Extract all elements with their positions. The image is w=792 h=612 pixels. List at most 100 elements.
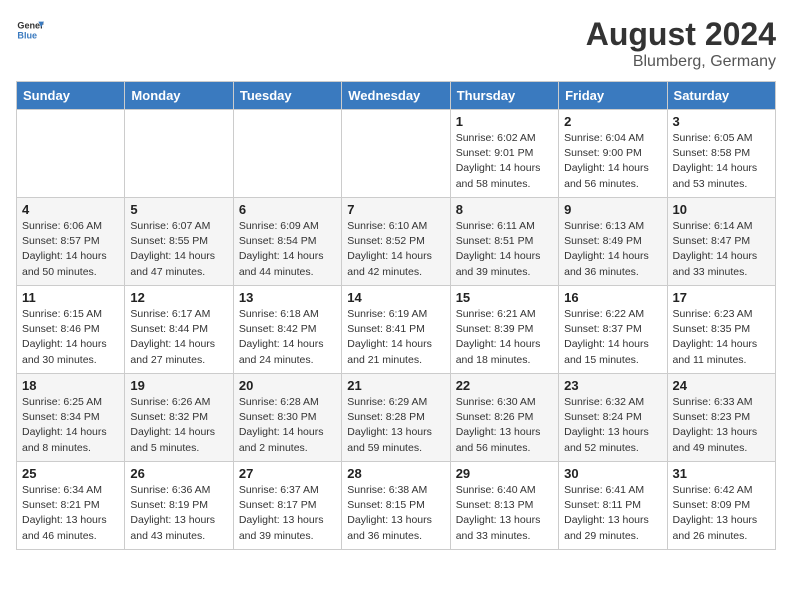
day-info: Sunrise: 6:25 AMSunset: 8:34 PMDaylight:…: [22, 395, 119, 456]
day-info: Sunrise: 6:21 AMSunset: 8:39 PMDaylight:…: [456, 307, 553, 368]
day-info: Sunrise: 6:18 AMSunset: 8:42 PMDaylight:…: [239, 307, 336, 368]
day-info: Sunrise: 6:38 AMSunset: 8:15 PMDaylight:…: [347, 483, 444, 544]
day-number: 31: [673, 466, 770, 481]
day-number: 21: [347, 378, 444, 393]
calendar-cell: 22 Sunrise: 6:30 AMSunset: 8:26 PMDayligh…: [450, 374, 558, 462]
day-info: Sunrise: 6:11 AMSunset: 8:51 PMDaylight:…: [456, 219, 553, 280]
day-number: 17: [673, 290, 770, 305]
day-number: 5: [130, 202, 227, 217]
day-number: 6: [239, 202, 336, 217]
day-info: Sunrise: 6:06 AMSunset: 8:57 PMDaylight:…: [22, 219, 119, 280]
calendar-day-header: Wednesday: [342, 82, 450, 110]
day-number: 25: [22, 466, 119, 481]
day-info: Sunrise: 6:10 AMSunset: 8:52 PMDaylight:…: [347, 219, 444, 280]
calendar-day-header: Monday: [125, 82, 233, 110]
calendar-cell: 13 Sunrise: 6:18 AMSunset: 8:42 PMDayligh…: [233, 286, 341, 374]
day-info: Sunrise: 6:14 AMSunset: 8:47 PMDaylight:…: [673, 219, 770, 280]
calendar-cell: 7 Sunrise: 6:10 AMSunset: 8:52 PMDaylight…: [342, 198, 450, 286]
day-info: Sunrise: 6:40 AMSunset: 8:13 PMDaylight:…: [456, 483, 553, 544]
day-info: Sunrise: 6:30 AMSunset: 8:26 PMDaylight:…: [456, 395, 553, 456]
day-info: Sunrise: 6:34 AMSunset: 8:21 PMDaylight:…: [22, 483, 119, 544]
day-number: 12: [130, 290, 227, 305]
day-number: 16: [564, 290, 661, 305]
calendar-cell: 26Sunrise: 6:36 AMSunset: 8:19 PMDayligh…: [125, 462, 233, 550]
day-number: 20: [239, 378, 336, 393]
calendar-day-header: Sunday: [17, 82, 125, 110]
calendar-cell: 20 Sunrise: 6:28 AMSunset: 8:30 PMDayligh…: [233, 374, 341, 462]
day-number: 8: [456, 202, 553, 217]
day-info: Sunrise: 6:29 AMSunset: 8:28 PMDaylight:…: [347, 395, 444, 456]
calendar-day-header: Tuesday: [233, 82, 341, 110]
day-number: 3: [673, 114, 770, 129]
day-number: 2: [564, 114, 661, 129]
page-header: General Blue August 2024 Blumberg, Germa…: [16, 16, 776, 71]
day-info: Sunrise: 6:26 AMSunset: 8:32 PMDaylight:…: [130, 395, 227, 456]
logo-icon: General Blue: [16, 16, 44, 44]
calendar-cell: 16 Sunrise: 6:22 AMSunset: 8:37 PMDayligh…: [559, 286, 667, 374]
day-info: Sunrise: 6:07 AMSunset: 8:55 PMDaylight:…: [130, 219, 227, 280]
calendar-cell: 23 Sunrise: 6:32 AMSunset: 8:24 PMDayligh…: [559, 374, 667, 462]
calendar-cell: 9Sunrise: 6:13 AMSunset: 8:49 PMDaylight…: [559, 198, 667, 286]
day-info: Sunrise: 6:23 AMSunset: 8:35 PMDaylight:…: [673, 307, 770, 368]
calendar-cell: 27 Sunrise: 6:37 AMSunset: 8:17 PMDayligh…: [233, 462, 341, 550]
logo: General Blue: [16, 16, 44, 44]
calendar-week-row: 18 Sunrise: 6:25 AMSunset: 8:34 PMDayligh…: [17, 374, 776, 462]
calendar-cell: 10 Sunrise: 6:14 AMSunset: 8:47 PMDayligh…: [667, 198, 775, 286]
day-number: 19: [130, 378, 227, 393]
calendar-cell: 1 Sunrise: 6:02 AMSunset: 9:01 PMDaylight…: [450, 110, 558, 198]
day-number: 10: [673, 202, 770, 217]
calendar-week-row: 25 Sunrise: 6:34 AMSunset: 8:21 PMDayligh…: [17, 462, 776, 550]
calendar-cell: 12Sunrise: 6:17 AMSunset: 8:44 PMDayligh…: [125, 286, 233, 374]
day-info: Sunrise: 6:02 AMSunset: 9:01 PMDaylight:…: [456, 131, 553, 192]
calendar-cell: [17, 110, 125, 198]
day-number: 27: [239, 466, 336, 481]
calendar-cell: 5 Sunrise: 6:07 AMSunset: 8:55 PMDaylight…: [125, 198, 233, 286]
day-info: Sunrise: 6:15 AMSunset: 8:46 PMDaylight:…: [22, 307, 119, 368]
day-info: Sunrise: 6:32 AMSunset: 8:24 PMDaylight:…: [564, 395, 661, 456]
calendar-cell: 3 Sunrise: 6:05 AMSunset: 8:58 PMDaylight…: [667, 110, 775, 198]
calendar-day-header: Thursday: [450, 82, 558, 110]
day-number: 11: [22, 290, 119, 305]
day-number: 18: [22, 378, 119, 393]
calendar-cell: [342, 110, 450, 198]
calendar-cell: 24Sunrise: 6:33 AMSunset: 8:23 PMDayligh…: [667, 374, 775, 462]
day-number: 4: [22, 202, 119, 217]
calendar-cell: 2 Sunrise: 6:04 AMSunset: 9:00 PMDaylight…: [559, 110, 667, 198]
calendar-cell: 8 Sunrise: 6:11 AMSunset: 8:51 PMDaylight…: [450, 198, 558, 286]
day-number: 22: [456, 378, 553, 393]
calendar-cell: 6 Sunrise: 6:09 AMSunset: 8:54 PMDaylight…: [233, 198, 341, 286]
day-info: Sunrise: 6:33 AMSunset: 8:23 PMDaylight:…: [673, 395, 770, 456]
subtitle: Blumberg, Germany: [586, 53, 776, 71]
calendar-cell: [233, 110, 341, 198]
calendar-cell: 21 Sunrise: 6:29 AMSunset: 8:28 PMDayligh…: [342, 374, 450, 462]
calendar-cell: 30Sunrise: 6:41 AMSunset: 8:11 PMDayligh…: [559, 462, 667, 550]
calendar-week-row: 11 Sunrise: 6:15 AMSunset: 8:46 PMDayligh…: [17, 286, 776, 374]
day-info: Sunrise: 6:22 AMSunset: 8:37 PMDaylight:…: [564, 307, 661, 368]
calendar-cell: 28Sunrise: 6:38 AMSunset: 8:15 PMDayligh…: [342, 462, 450, 550]
calendar-cell: 11 Sunrise: 6:15 AMSunset: 8:46 PMDayligh…: [17, 286, 125, 374]
calendar-cell: 17 Sunrise: 6:23 AMSunset: 8:35 PMDayligh…: [667, 286, 775, 374]
day-number: 29: [456, 466, 553, 481]
calendar-week-row: 1 Sunrise: 6:02 AMSunset: 9:01 PMDaylight…: [17, 110, 776, 198]
day-info: Sunrise: 6:28 AMSunset: 8:30 PMDaylight:…: [239, 395, 336, 456]
day-number: 14: [347, 290, 444, 305]
day-number: 7: [347, 202, 444, 217]
calendar-cell: 4 Sunrise: 6:06 AMSunset: 8:57 PMDaylight…: [17, 198, 125, 286]
day-info: Sunrise: 6:37 AMSunset: 8:17 PMDaylight:…: [239, 483, 336, 544]
day-number: 23: [564, 378, 661, 393]
calendar-cell: 14 Sunrise: 6:19 AMSunset: 8:41 PMDayligh…: [342, 286, 450, 374]
calendar-week-row: 4 Sunrise: 6:06 AMSunset: 8:57 PMDaylight…: [17, 198, 776, 286]
day-number: 30: [564, 466, 661, 481]
calendar-cell: 15Sunrise: 6:21 AMSunset: 8:39 PMDayligh…: [450, 286, 558, 374]
day-info: Sunrise: 6:04 AMSunset: 9:00 PMDaylight:…: [564, 131, 661, 192]
calendar-cell: [125, 110, 233, 198]
calendar-cell: 29 Sunrise: 6:40 AMSunset: 8:13 PMDayligh…: [450, 462, 558, 550]
calendar-table: SundayMondayTuesdayWednesdayThursdayFrid…: [16, 81, 776, 550]
main-title: August 2024: [586, 16, 776, 53]
day-info: Sunrise: 6:05 AMSunset: 8:58 PMDaylight:…: [673, 131, 770, 192]
day-number: 13: [239, 290, 336, 305]
day-info: Sunrise: 6:19 AMSunset: 8:41 PMDaylight:…: [347, 307, 444, 368]
day-info: Sunrise: 6:09 AMSunset: 8:54 PMDaylight:…: [239, 219, 336, 280]
svg-text:Blue: Blue: [17, 30, 37, 40]
day-number: 1: [456, 114, 553, 129]
